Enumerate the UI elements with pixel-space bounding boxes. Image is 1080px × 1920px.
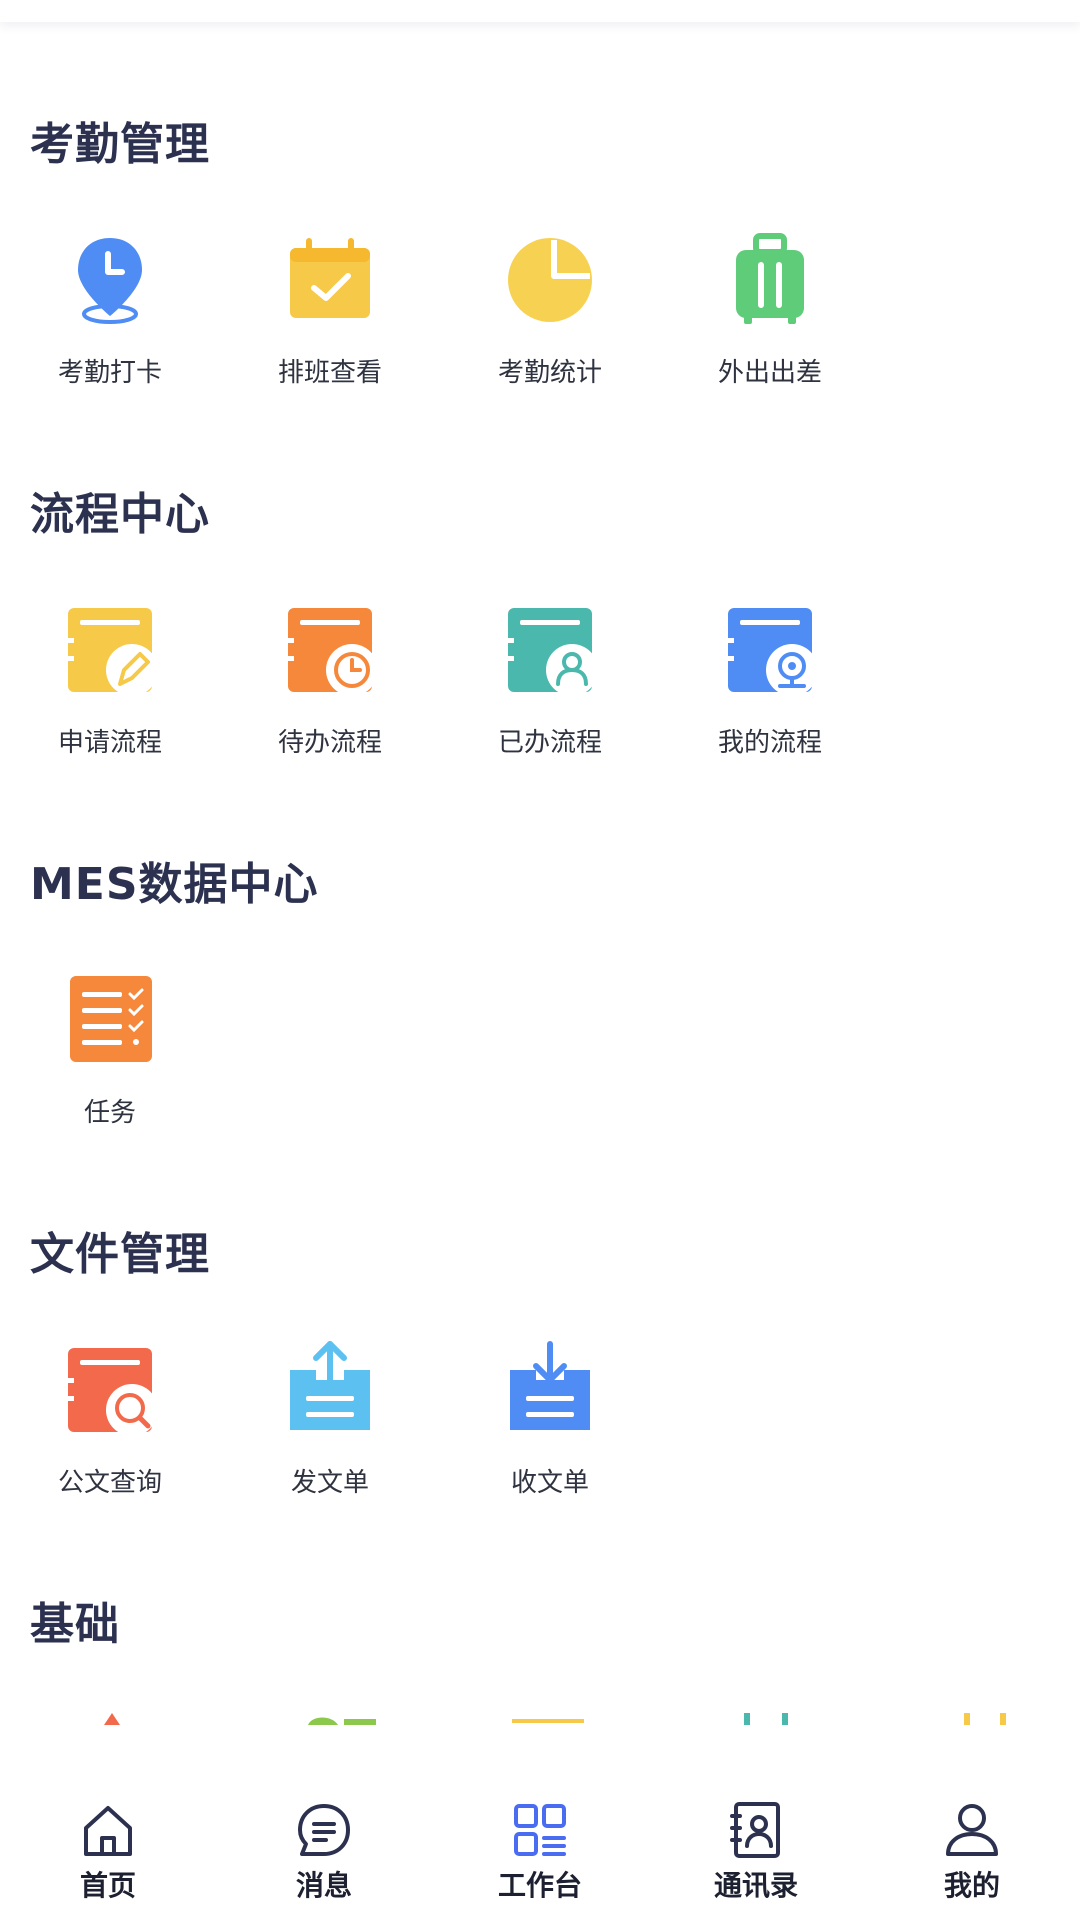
partial-icon-gold	[964, 1713, 1006, 1725]
contacts-icon	[730, 1802, 780, 1858]
bottom-tab-bar: 首页 消息 工作台 通讯录 我的	[0, 1770, 1080, 1920]
workflow-todo-item[interactable]: 待办流程	[220, 600, 440, 770]
form-clock-icon	[288, 608, 378, 696]
partial-icon-yellow	[512, 1719, 584, 1723]
section-title: 文件管理	[30, 1229, 210, 1280]
workflow-apply-item[interactable]: 申请流程	[0, 600, 220, 770]
pie-chart-icon	[508, 238, 592, 322]
attendance-schedule-item[interactable]: 排班查看	[220, 230, 440, 400]
workflow-done-item[interactable]: 已办流程	[440, 600, 660, 770]
item-label: 发文单	[290, 1468, 369, 1498]
user-icon	[946, 1804, 998, 1856]
task-list-icon	[70, 976, 152, 1062]
doc-receive-item[interactable]: 收文单	[440, 1340, 660, 1510]
item-label: 考勤打卡	[57, 358, 162, 388]
doc-send-item[interactable]: 发文单	[220, 1340, 440, 1510]
top-bar	[0, 0, 1080, 22]
tab-label: 消息	[295, 1869, 352, 1902]
location-clock-icon	[78, 238, 142, 324]
grid-icon	[514, 1804, 566, 1856]
attendance-trip-item[interactable]: 外出出差	[660, 230, 880, 400]
tab-contacts[interactable]: 通讯录	[648, 1800, 864, 1910]
home-icon	[84, 1806, 132, 1856]
tab-label: 首页	[79, 1869, 136, 1902]
section-title: 流程中心	[30, 489, 210, 540]
document-search-icon	[68, 1348, 158, 1436]
item-label: 待办流程	[277, 728, 382, 758]
workflow-mine-item[interactable]: 我的流程	[660, 600, 880, 770]
tab-messages[interactable]: 消息	[216, 1800, 432, 1910]
tab-label: 通讯录	[713, 1869, 798, 1902]
attendance-clockin-item[interactable]: 考勤打卡	[0, 230, 220, 400]
item-label: 已办流程	[497, 728, 602, 758]
partial-icon-teal	[744, 1713, 788, 1725]
section-title: 基础	[30, 1599, 120, 1650]
item-label: 外出出差	[717, 358, 822, 388]
section-title: 考勤管理	[30, 119, 210, 170]
partial-icon-red	[104, 1713, 120, 1725]
partial-icon-green	[308, 1717, 376, 1725]
item-label: 排班查看	[277, 358, 382, 388]
upload-tray-icon	[290, 1341, 370, 1430]
download-tray-icon	[510, 1341, 590, 1430]
tab-home[interactable]: 首页	[0, 1800, 216, 1910]
item-label: 任务	[83, 1098, 136, 1128]
doc-query-item[interactable]: 公文查询	[0, 1340, 220, 1510]
section-title: MES数据中心	[30, 859, 319, 910]
calendar-check-icon	[290, 238, 370, 318]
item-label: 申请流程	[57, 728, 162, 758]
message-icon	[298, 1804, 350, 1856]
form-user-icon	[508, 608, 598, 696]
tab-workbench[interactable]: 工作台	[432, 1800, 648, 1910]
form-edit-icon	[68, 608, 158, 696]
tab-profile[interactable]: 我的	[864, 1800, 1080, 1910]
item-label: 公文查询	[57, 1468, 162, 1498]
item-label: 收文单	[510, 1468, 589, 1498]
tab-label: 我的	[943, 1869, 1000, 1902]
item-label: 我的流程	[717, 728, 822, 758]
item-label: 考勤统计	[497, 358, 602, 388]
attendance-stats-item[interactable]: 考勤统计	[440, 230, 660, 400]
mes-task-item[interactable]: 任务	[0, 970, 220, 1140]
tab-label: 工作台	[497, 1869, 582, 1902]
form-camera-icon	[728, 608, 818, 696]
luggage-icon	[736, 233, 804, 324]
